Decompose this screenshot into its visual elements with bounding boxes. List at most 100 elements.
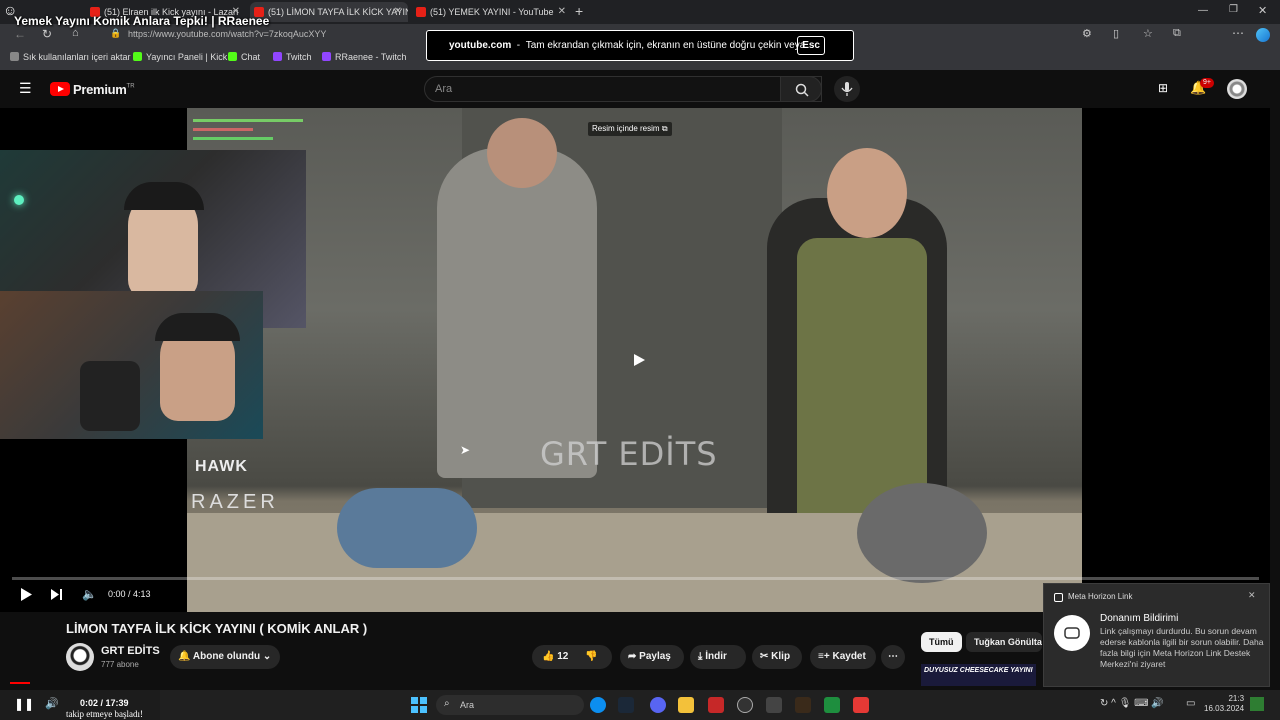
share-button[interactable]: ➦ Paylaş — [620, 645, 684, 669]
maximize-icon[interactable]: ❐ — [1229, 4, 1238, 15]
like-dislike-group: 👍 12 👎 — [532, 645, 612, 669]
chat-overlay — [193, 116, 313, 152]
webcam-bottom — [0, 291, 263, 439]
bookmark-item[interactable]: RRaenee - Twitch — [322, 52, 406, 62]
system-clock[interactable]: 21:3 16.03.2024 — [1204, 694, 1244, 714]
media-app-icon[interactable] — [708, 697, 724, 713]
close-tab-icon[interactable]: ✕ — [558, 2, 566, 22]
person-left-head — [487, 118, 557, 188]
favorites-icon[interactable]: ☆ — [1143, 27, 1153, 40]
video-title: LİMON TAYFA İLK KİCK YAYINI ( KOMİK ANLA… — [66, 621, 368, 636]
next-button[interactable] — [51, 588, 63, 606]
app-icon[interactable] — [766, 697, 782, 713]
account-avatar[interactable] — [1227, 79, 1247, 99]
share-icon: ➦ — [628, 651, 637, 662]
volume-icon[interactable]: 🔈 — [82, 587, 97, 601]
stream-progress-fill — [10, 682, 30, 684]
dislike-button[interactable]: 👎 — [585, 651, 597, 662]
minimize-icon[interactable]: — — [1198, 5, 1208, 16]
notification-count-badge: 9+ — [1200, 78, 1214, 88]
create-video-icon[interactable]: ⊞ — [1158, 81, 1168, 95]
close-notification-icon[interactable]: ✕ — [1248, 590, 1256, 601]
chip-all[interactable]: Tümü — [921, 632, 962, 652]
game-icon[interactable] — [795, 697, 811, 713]
channel-avatar[interactable] — [66, 643, 94, 671]
follow-alert: takip etmeye başladı! — [66, 709, 143, 719]
search-input[interactable]: Ara — [424, 76, 822, 102]
headset — [124, 182, 204, 210]
network-icon[interactable]: ▭ — [1186, 698, 1195, 709]
subscribed-button[interactable]: 🔔 Abone olundu ⌄ — [170, 645, 280, 669]
meta-app-icon — [1054, 593, 1063, 602]
next-icon — [51, 589, 62, 600]
more-horizontal-icon: ⋯ — [888, 651, 898, 662]
voice-search-button[interactable] — [834, 76, 860, 102]
refresh-icon[interactable]: ↻ — [42, 27, 52, 41]
picture-in-picture-label[interactable]: Resim içinde resim ⧉ — [588, 122, 672, 136]
system-notification[interactable]: Meta Horizon Link ✕ Donanım Bildirimi Li… — [1043, 583, 1270, 687]
like-button[interactable]: 👍 12 — [542, 651, 568, 662]
progress-bar[interactable] — [12, 577, 1259, 580]
copilot-icon[interactable] — [1256, 28, 1270, 42]
edge-icon[interactable] — [590, 697, 606, 713]
notification-center-icon[interactable] — [1250, 697, 1264, 711]
file-explorer-icon[interactable] — [678, 697, 694, 713]
spreadsheet-icon[interactable] — [824, 697, 840, 713]
bell-icon: 🔔 — [178, 651, 191, 662]
steam-icon[interactable] — [618, 697, 634, 713]
collections-icon[interactable]: ⧉ — [1173, 27, 1181, 40]
browser-tab-active[interactable]: (51) LİMON TAYFA İLK KİCK YAYINI ✕ — [250, 2, 408, 22]
kick-icon — [133, 52, 142, 61]
light-dot — [14, 195, 24, 205]
bookmark-item[interactable]: Sık kullanılanları içeri aktar — [10, 52, 131, 62]
split-screen-icon[interactable]: ▯ — [1113, 27, 1119, 40]
download-button[interactable]: ⤓ İndir — [690, 645, 746, 669]
channel-name[interactable]: GRT EDİTS — [101, 645, 160, 657]
twitch-icon — [273, 52, 282, 61]
extensions-icon[interactable]: ⚙ — [1082, 27, 1092, 40]
mouse-cursor-icon: ➤ — [460, 443, 471, 457]
bookmark-item[interactable]: Twitch — [273, 52, 312, 62]
bookmark-item[interactable]: Yayıncı Paneli | Kick — [133, 52, 227, 62]
clip-button[interactable]: ✂ Klip — [752, 645, 802, 669]
channel-subscribers: 777 abone — [101, 660, 139, 669]
back-icon[interactable]: ← — [14, 27, 26, 41]
notification-body: Link çalışmayı durdurdu. Bu sorun devam … — [1100, 626, 1264, 669]
tray-icons[interactable]: ↻ ^ 🎙 ⌨ 🔊 — [1100, 698, 1164, 709]
headset — [155, 313, 240, 341]
bookmark-item[interactable]: Chat — [228, 52, 260, 62]
scissors-icon: ✂ — [760, 651, 769, 662]
browser-tab[interactable]: (51) YEMEK YAYINI - YouTube ✕ — [412, 2, 572, 22]
more-actions-button[interactable]: ⋯ — [881, 645, 905, 669]
obs-icon[interactable] — [737, 697, 753, 713]
notification-title: Donanım Bildirimi — [1100, 613, 1179, 624]
menu-icon[interactable]: ☰ — [19, 80, 32, 97]
fullscreen-notice: youtube.com - Tam ekrandan çıkmak için, … — [426, 30, 854, 61]
razer-logo: RAZER — [191, 491, 279, 513]
kick-icon — [228, 52, 237, 61]
chip-channel[interactable]: Tuğkan Gönültaş — [966, 632, 1042, 652]
chevron-down-icon: ⌄ — [262, 651, 272, 662]
streaming-app-icon[interactable] — [853, 697, 869, 713]
search-icon: ⌕ — [444, 698, 450, 709]
new-tab-icon[interactable]: + — [575, 3, 583, 19]
video-frame[interactable]: HAWK RAZER — [187, 108, 1082, 612]
close-window-icon[interactable]: ✕ — [1258, 4, 1267, 17]
recommended-thumbnail[interactable]: DUYUSUZ CHEESECAKE YAYINI — [921, 664, 1036, 686]
discord-icon[interactable] — [650, 697, 666, 713]
more-icon[interactable]: ⋯ — [1232, 26, 1244, 40]
save-button[interactable]: ≡+ Kaydet — [810, 645, 876, 669]
url-field[interactable]: https://www.youtube.com/watch?v=7zkoqAuc… — [128, 29, 326, 39]
center-play-icon[interactable] — [632, 353, 646, 367]
close-tab-icon[interactable]: ✕ — [394, 2, 402, 22]
playlist-add-icon: ≡+ — [818, 651, 830, 662]
player-time: 0:00 / 4:13 — [108, 589, 151, 599]
search-button[interactable] — [780, 76, 822, 102]
play-button[interactable] — [20, 588, 32, 606]
taskbar-search[interactable]: ⌕ Ara — [436, 695, 584, 715]
home-icon[interactable]: ⌂ — [72, 27, 79, 39]
windows-start-icon[interactable] — [410, 696, 428, 714]
speaker-icon: 🔊 — [45, 698, 59, 710]
youtube-logo[interactable]: PremiumTR — [50, 81, 135, 99]
stream-title-overlay: Yemek Yayını Komik Anlara Tepki! | RRaen… — [14, 14, 270, 28]
